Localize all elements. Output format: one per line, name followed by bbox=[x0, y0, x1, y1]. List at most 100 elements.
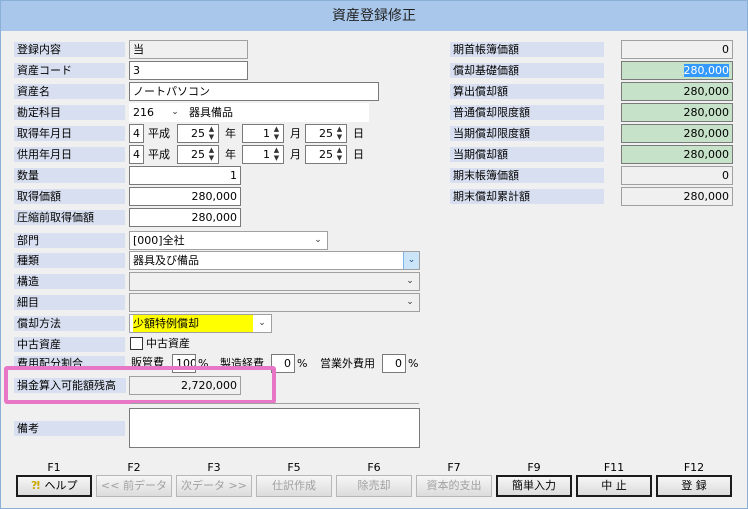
eigyougai-label: 営業外費用 bbox=[320, 357, 375, 370]
kyouyou-year-unit: 年 bbox=[225, 148, 236, 161]
spin-arrows-icon: ▲ ▼ bbox=[336, 125, 343, 141]
fkey-f5: F5 bbox=[287, 461, 301, 474]
bumon-value: [000]全社 bbox=[133, 234, 185, 247]
kyouyou-day: 25 bbox=[319, 148, 333, 161]
kanjou-kamoku-name: 器具備品 bbox=[185, 103, 369, 122]
label-shisan-code: 資産コード bbox=[14, 63, 125, 78]
label-asshuku-mae: 圧縮前取得価額 bbox=[14, 210, 125, 225]
shutoku-day-spinner[interactable]: 25 ▲ ▼ bbox=[305, 124, 347, 143]
seizou-percent: % bbox=[297, 357, 308, 370]
spin-arrows-icon: ▲ ▼ bbox=[208, 146, 215, 162]
label-kisho: 期首帳簿価額 bbox=[450, 42, 604, 57]
shisan-mei-input[interactable]: ノートパソコン bbox=[129, 82, 379, 101]
touki-shoukyaku-input[interactable]: 280,000 bbox=[621, 145, 733, 164]
shisan-code-input[interactable]: 3 bbox=[129, 61, 248, 80]
shutoku-year-unit: 年 bbox=[225, 127, 236, 140]
futsuu-gendo-input[interactable]: 280,000 bbox=[621, 103, 733, 122]
simple-input-button[interactable]: 簡単入力 bbox=[496, 475, 572, 497]
songin-field: 2,720,000 bbox=[129, 376, 241, 395]
label-kouzou: 構造 bbox=[14, 274, 125, 289]
label-touki-shoukyaku: 当期償却額 bbox=[450, 147, 604, 162]
shutoku-day: 25 bbox=[319, 127, 333, 140]
shutoku-month-unit: 月 bbox=[290, 127, 301, 140]
help-button-label: ヘルプ bbox=[44, 479, 78, 492]
touki-gendo-input[interactable]: 280,000 bbox=[621, 124, 733, 143]
sanshutsu-input[interactable]: 280,000 bbox=[621, 82, 733, 101]
shutoku-year-spinner[interactable]: 25 ▲ ▼ bbox=[177, 124, 219, 143]
shutoku-year: 25 bbox=[191, 127, 205, 140]
help-button[interactable]: ⁈ ヘルプ bbox=[16, 475, 92, 497]
chevron-down-icon: ⌄ bbox=[314, 235, 322, 245]
create-journal-button[interactable]: 仕訳作成 bbox=[256, 475, 332, 497]
kyouyou-month-unit: 月 bbox=[290, 148, 301, 161]
shutoku-month: 1 bbox=[263, 127, 270, 140]
suuryou-input[interactable]: 1 bbox=[129, 166, 241, 185]
label-bikou: 備考 bbox=[14, 421, 125, 436]
asset-registration-window: 資産登録修正 登録内容 当 資産コード 3 資産名 ノートパソコン 勘定科目 2… bbox=[0, 0, 748, 509]
fkey-f1: F1 bbox=[47, 461, 61, 474]
spin-arrows-icon: ▲ ▼ bbox=[208, 125, 215, 141]
chuuko-check-label: 中古資産 bbox=[146, 337, 190, 350]
label-kyouyou-date: 供用年月日 bbox=[14, 147, 125, 162]
chevron-down-icon: ⌄ bbox=[258, 318, 266, 328]
kyouyou-month-spinner[interactable]: 1 ▲ ▼ bbox=[242, 145, 284, 164]
label-suuryou: 数量 bbox=[14, 168, 125, 183]
shutoku-day-unit: 日 bbox=[353, 127, 364, 140]
label-shisan-mei: 資産名 bbox=[14, 84, 125, 99]
touroku-naiyou-field: 当 bbox=[129, 40, 248, 59]
label-futsuu-gendo: 普通償却限度額 bbox=[450, 105, 604, 120]
label-saimoku: 細目 bbox=[14, 295, 125, 310]
fkey-f9: F9 bbox=[527, 461, 541, 474]
asshuku-mae-input[interactable]: 280,000 bbox=[129, 208, 241, 227]
shurui-value: 器具及び備品 bbox=[133, 254, 199, 267]
kyouyou-day-spinner[interactable]: 25 ▲ ▼ bbox=[305, 145, 347, 164]
separator bbox=[131, 403, 419, 404]
label-shoukyaku-houhou: 償却方法 bbox=[14, 316, 125, 331]
capital-expenditure-button[interactable]: 資本的支出 bbox=[416, 475, 492, 497]
eigyougai-percent: % bbox=[408, 357, 419, 370]
bikou-textarea[interactable] bbox=[129, 408, 420, 448]
cancel-button[interactable]: 中 止 bbox=[576, 475, 652, 497]
bumon-select[interactable]: [000]全社 ⌄ bbox=[129, 231, 328, 250]
help-icon: ⁈ bbox=[30, 479, 41, 492]
shutoku-era-num[interactable]: 4 bbox=[129, 124, 144, 143]
disposal-button[interactable]: 除売却 bbox=[336, 475, 412, 497]
fkey-f3: F3 bbox=[207, 461, 221, 474]
prev-data-button[interactable]: << 前データ bbox=[96, 475, 172, 497]
fkey-f6: F6 bbox=[367, 461, 381, 474]
label-kimatsu-ruikei: 期末償却累計額 bbox=[450, 189, 604, 204]
shoukyaku-kiso-value: 280,000 bbox=[683, 64, 729, 77]
shoukyaku-houhou-value: 少額特例償却 bbox=[133, 315, 253, 332]
kouzou-select[interactable]: ⌄ bbox=[129, 272, 420, 291]
kyouyou-year-spinner[interactable]: 25 ▲ ▼ bbox=[177, 145, 219, 164]
kyouyou-era-num[interactable]: 4 bbox=[129, 145, 144, 164]
register-button[interactable]: 登 録 bbox=[656, 475, 732, 497]
shoukyaku-houhou-select[interactable]: 少額特例償却 ⌄ bbox=[129, 314, 272, 333]
fkey-f11: F11 bbox=[603, 461, 625, 474]
label-shurui: 種類 bbox=[14, 253, 125, 268]
label-touki-gendo: 当期償却限度額 bbox=[450, 126, 604, 141]
shutoku-month-spinner[interactable]: 1 ▲ ▼ bbox=[242, 124, 284, 143]
shurui-select[interactable]: 器具及び備品 ⌄ bbox=[129, 251, 420, 270]
chevron-down-icon: ⌄ bbox=[403, 252, 419, 269]
chevron-down-icon: ⌄ bbox=[171, 107, 179, 117]
chuuko-checkbox[interactable] bbox=[130, 337, 143, 350]
eigyougai-input[interactable]: 0 bbox=[382, 354, 406, 373]
label-touroku-naiyou: 登録内容 bbox=[14, 42, 125, 57]
shoukyaku-kiso-input[interactable]: 280,000 bbox=[621, 61, 733, 80]
saimoku-select[interactable]: ⌄ bbox=[129, 293, 420, 312]
label-bumon: 部門 bbox=[14, 233, 125, 248]
label-kimatsu-boka: 期末帳簿価額 bbox=[450, 168, 604, 183]
next-data-button[interactable]: 次データ >> bbox=[176, 475, 252, 497]
kanjou-kamoku-code-select[interactable]: 216 ⌄ bbox=[129, 103, 185, 122]
spin-arrows-icon: ▲ ▼ bbox=[273, 125, 280, 141]
shutoku-kagaku-input[interactable]: 280,000 bbox=[129, 187, 241, 206]
kyouyou-era: 平成 bbox=[148, 148, 170, 161]
label-shoukyaku-kiso: 償却基礎価額 bbox=[450, 63, 604, 78]
kisho-field: 0 bbox=[621, 40, 733, 59]
label-sanshutsu: 算出償却額 bbox=[450, 84, 604, 99]
spin-arrows-icon: ▲ ▼ bbox=[336, 146, 343, 162]
kimatsu-ruikei-field: 280,000 bbox=[621, 187, 733, 206]
shutoku-era: 平成 bbox=[148, 127, 170, 140]
label-shutoku-kagaku: 取得価額 bbox=[14, 189, 125, 204]
